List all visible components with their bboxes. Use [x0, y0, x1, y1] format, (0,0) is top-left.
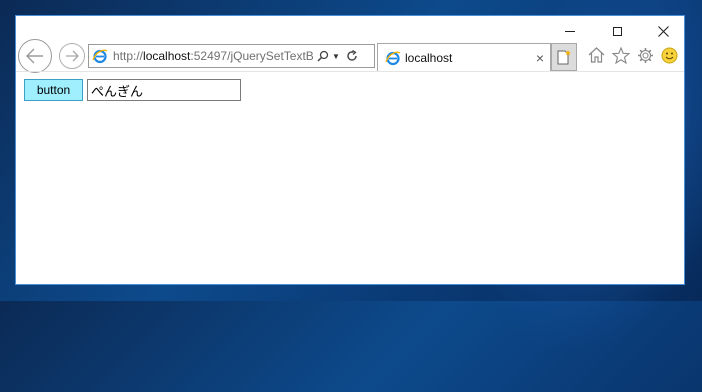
new-tab-icon [557, 50, 571, 65]
back-button[interactable] [18, 39, 52, 73]
home-icon [588, 47, 604, 63]
forward-arrow-icon [66, 50, 79, 62]
search-icon[interactable] [317, 50, 329, 62]
minimize-button[interactable] [547, 16, 593, 46]
close-icon [657, 25, 669, 37]
browser-window: http://localhost:52497/jQuerySetTextBo ▼… [15, 15, 685, 285]
tab-title: localhost [405, 50, 453, 65]
new-tab-button[interactable] [551, 43, 577, 71]
feedback-button[interactable] [659, 45, 679, 65]
url-prefix: http:// [113, 49, 144, 63]
address-bar[interactable]: http://localhost:52497/jQuerySetTextBo ▼ [88, 44, 375, 68]
url-path: :52497/jQuerySetTextBo [190, 49, 313, 63]
refresh-icon[interactable] [346, 50, 358, 62]
minimize-icon [565, 30, 575, 32]
ie-logo-icon [92, 49, 108, 64]
settings-gear-icon [637, 47, 653, 63]
toolbar-divider [16, 71, 684, 72]
close-button[interactable] [640, 16, 686, 46]
maximize-icon [612, 26, 622, 36]
home-button[interactable] [586, 45, 606, 65]
address-dropdown-icon[interactable]: ▼ [332, 52, 340, 61]
browser-tab[interactable]: localhost × [377, 43, 551, 71]
back-arrow-icon [26, 48, 43, 64]
page-button[interactable]: button [24, 79, 83, 101]
favorites-star-icon [612, 46, 630, 64]
text-input[interactable] [87, 79, 241, 101]
address-url[interactable]: http://localhost:52497/jQuerySetTextBo [113, 49, 313, 63]
feedback-smiley-icon [661, 47, 677, 63]
url-host: localhost [143, 49, 191, 63]
settings-button[interactable] [635, 45, 655, 65]
forward-button[interactable] [59, 43, 85, 69]
tab-favicon-icon [385, 51, 401, 65]
favorites-button[interactable] [611, 45, 631, 65]
maximize-button[interactable] [594, 16, 640, 46]
tab-close-icon[interactable]: × [533, 50, 547, 66]
